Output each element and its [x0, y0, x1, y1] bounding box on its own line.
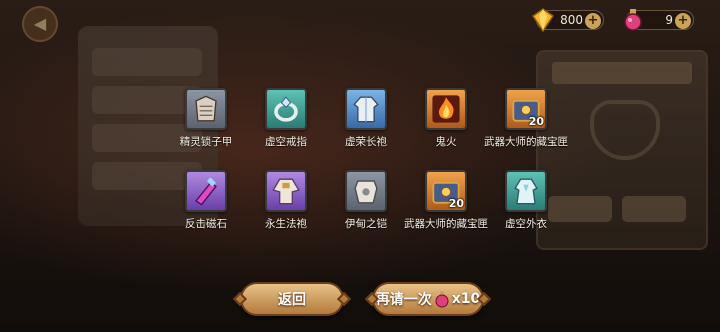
magnet-stone-icon: [185, 170, 227, 212]
ring-icon: [265, 88, 307, 130]
chainmail-icon: [185, 88, 227, 130]
reward-grid: 精灵锁子甲 虚空戒指 虚荣长袍 鬼火 20 武器大师的藏宝匣 反击磁石 永生法袍…: [168, 88, 568, 240]
back-button[interactable]: 返回: [232, 282, 352, 316]
background-panel-title: [552, 62, 692, 84]
retry-button[interactable]: 再请一次 x10: [364, 282, 492, 316]
reward-item[interactable]: 鬼火: [408, 88, 484, 158]
potion-icon: [435, 291, 449, 308]
reward-name: 虚空外衣: [505, 218, 547, 230]
reward-count: 20: [448, 197, 464, 210]
reward-item[interactable]: 反击磁石: [168, 170, 244, 240]
add-gem-button[interactable]: +: [585, 13, 601, 29]
reward-item[interactable]: 20 武器大师的藏宝匣: [484, 88, 568, 158]
reward-item[interactable]: 虚空戒指: [248, 88, 324, 158]
potion-icon: [624, 9, 642, 31]
reward-count: 20: [528, 115, 544, 128]
reward-name: 武器大师的藏宝匣: [484, 136, 568, 148]
reward-item[interactable]: 永生法袍: [248, 170, 324, 240]
gem-value: 800: [560, 13, 583, 27]
retry-button-label: 再请一次: [375, 292, 432, 308]
potion-value: 9: [665, 13, 673, 27]
reward-item[interactable]: 精灵锁子甲: [168, 88, 244, 158]
back-button-label: 返回: [278, 292, 306, 308]
diamond-icon: [531, 8, 555, 33]
treasure-chest-icon: 20: [505, 88, 547, 130]
cloak-icon: [505, 170, 547, 212]
background-panel-button: [622, 196, 686, 222]
add-potion-button[interactable]: +: [675, 13, 691, 29]
button-tip-left: [232, 291, 248, 307]
reward-item[interactable]: 虚空外衣: [488, 170, 564, 240]
potion-counter: 9 +: [624, 9, 694, 31]
gacha-result-screen: ◀ 800 + 9 + 精灵锁子甲 虚空戒指 虚荣长袍 鬼火 20 武器大师的藏…: [0, 0, 720, 332]
reward-item[interactable]: 虚荣长袍: [328, 88, 404, 158]
treasure-chest-icon: 20: [425, 170, 467, 212]
button-tip-right: [336, 291, 352, 307]
reward-item[interactable]: 伊甸之铠: [328, 170, 404, 240]
reward-item[interactable]: 20 武器大师的藏宝匣: [404, 170, 488, 240]
back-arrow-icon[interactable]: ◀: [22, 6, 58, 42]
mage-robe-icon: [265, 170, 307, 212]
flame-icon: [425, 88, 467, 130]
armor-icon: [345, 170, 387, 212]
robe-icon: [345, 88, 387, 130]
background-menu-item: [92, 48, 202, 76]
gem-counter: 800 +: [531, 8, 604, 33]
